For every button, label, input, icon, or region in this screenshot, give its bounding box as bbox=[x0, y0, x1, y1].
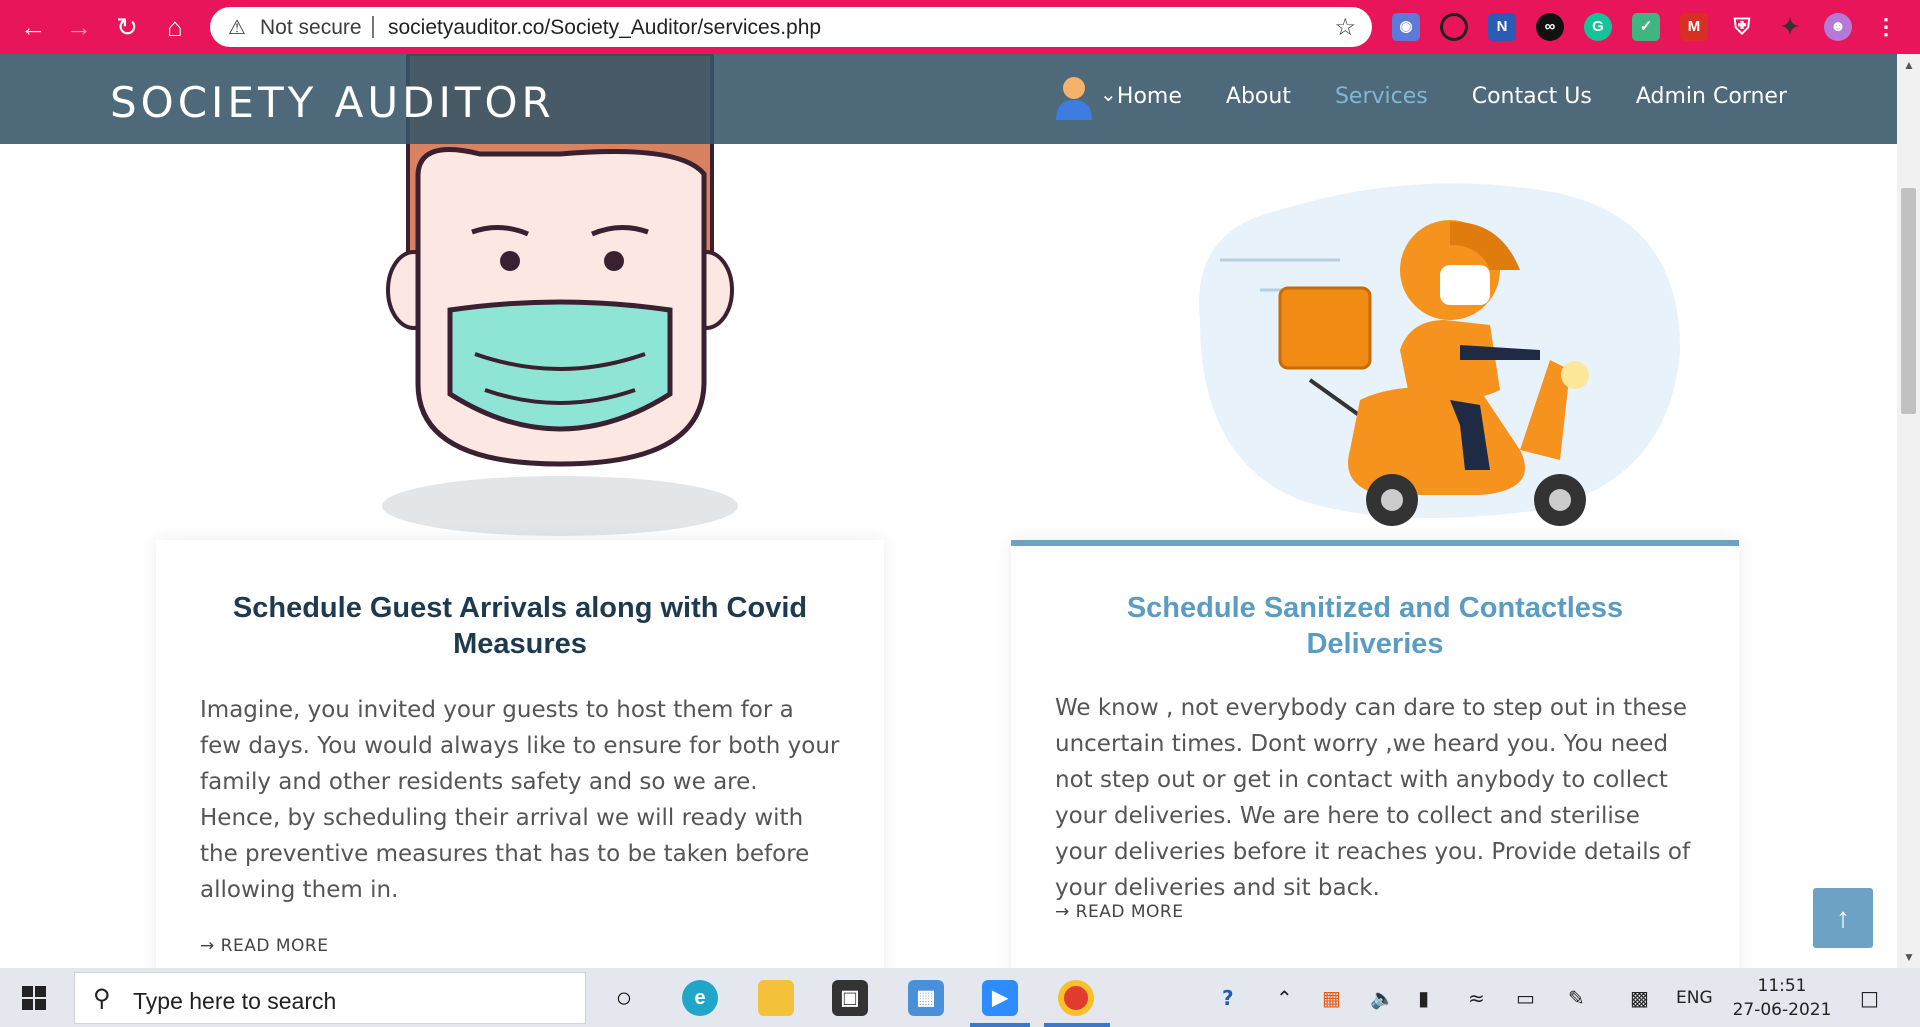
keyboard-icon[interactable]: ▩ bbox=[1630, 986, 1649, 1010]
chrome-active-indicator bbox=[1044, 1023, 1110, 1027]
url-text[interactable]: societyauditor.co/Society_Auditor/servic… bbox=[388, 16, 821, 40]
infinity-extension-icon[interactable]: ∞ bbox=[1536, 13, 1564, 41]
user-account-icon[interactable] bbox=[1052, 74, 1096, 122]
chevron-down-icon[interactable]: ⌄ bbox=[1100, 82, 1117, 107]
edge-icon[interactable]: e bbox=[682, 980, 718, 1016]
home-icon[interactable]: ⌂ bbox=[158, 10, 192, 44]
zoom-active-indicator bbox=[970, 1023, 1030, 1027]
camera-extension-icon[interactable]: ◉ bbox=[1392, 13, 1420, 41]
back-icon[interactable]: ← bbox=[16, 10, 50, 44]
pc-icon[interactable]: ▦ bbox=[908, 980, 944, 1016]
windows-taskbar: ⚲ Type here to search ○ e ▣ ▦ ▶ ? ⌃ ▦ 🔈 … bbox=[0, 968, 1920, 1027]
arrow-up-icon[interactable]: ↑ bbox=[1836, 902, 1850, 933]
language-indicator[interactable]: ENG bbox=[1676, 988, 1713, 1008]
nav-links: Home About Services Contact Us Admin Cor… bbox=[1117, 84, 1787, 109]
taskbar-search[interactable]: ⚲ Type here to search bbox=[74, 972, 586, 1024]
microphone-icon[interactable]: ▮ bbox=[1418, 986, 1429, 1010]
menu-kebab-icon[interactable]: ⋮ bbox=[1872, 13, 1900, 41]
card-body: We know , not everybody can dare to step… bbox=[1055, 695, 1691, 901]
m-extension-icon[interactable]: M bbox=[1680, 13, 1708, 41]
file-explorer-icon[interactable] bbox=[758, 980, 794, 1016]
xampp-icon[interactable]: ▦ bbox=[1322, 986, 1341, 1010]
nav-admin-corner[interactable]: Admin Corner bbox=[1636, 84, 1787, 109]
page-scrollbar[interactable]: ▲ ▼ bbox=[1897, 54, 1920, 968]
search-icon: ⚲ bbox=[93, 985, 111, 1012]
scroll-to-top-button[interactable]: ↑ bbox=[1813, 888, 1873, 948]
arrow-right-icon: → bbox=[1055, 902, 1070, 922]
cortana-icon[interactable]: ○ bbox=[606, 980, 642, 1016]
chrome-icon[interactable] bbox=[1058, 980, 1094, 1016]
service-card-deliveries: Schedule Sanitized and Contactless Deliv… bbox=[1011, 540, 1739, 968]
profile-avatar[interactable]: ☻ bbox=[1824, 13, 1852, 41]
nav-contact-us[interactable]: Contact Us bbox=[1472, 84, 1592, 109]
card-title: Schedule Sanitized and Contactless Deliv… bbox=[1126, 592, 1624, 660]
site-brand[interactable]: SOCIETY AUDITOR bbox=[110, 78, 555, 127]
read-more-link[interactable]: → READ MORE bbox=[200, 936, 328, 956]
read-more-link[interactable]: → READ MORE bbox=[1055, 902, 1183, 922]
browser-toolbar: ← → ↻ ⌂ ⚠ Not secure societyauditor.co/S… bbox=[0, 0, 1920, 54]
pen-icon[interactable]: ✎ bbox=[1568, 986, 1585, 1010]
search-placeholder[interactable]: Type here to search bbox=[133, 988, 336, 1015]
clock-date: 27-06-2021 bbox=[1732, 1000, 1832, 1020]
puzzle-extensions-icon[interactable]: ✦ bbox=[1776, 13, 1804, 41]
warning-icon[interactable]: ⚠ bbox=[228, 15, 246, 40]
grammarly-icon[interactable]: G bbox=[1584, 13, 1612, 41]
delivery-scooter-illustration bbox=[1199, 183, 1680, 526]
scroll-down-icon[interactable]: ▼ bbox=[1903, 950, 1915, 964]
reload-icon[interactable]: ↻ bbox=[110, 10, 144, 44]
zoom-icon[interactable]: ▶ bbox=[982, 980, 1018, 1016]
card-body: Imagine, you invited your guests to host… bbox=[200, 697, 840, 903]
n-extension-icon[interactable]: N bbox=[1488, 13, 1516, 41]
nav-services[interactable]: Services bbox=[1335, 84, 1428, 109]
notification-icon[interactable]: □ bbox=[1860, 986, 1879, 1010]
read-more-label[interactable]: READ MORE bbox=[221, 936, 329, 956]
wifi-icon[interactable]: ≈ bbox=[1468, 986, 1485, 1010]
nav-home[interactable]: Home bbox=[1117, 84, 1182, 109]
service-card-guest-arrivals: Schedule Guest Arrivals along with Covid… bbox=[156, 540, 884, 968]
site-navbar: SOCIETY AUDITOR ⌄ Home About Services Co… bbox=[0, 54, 1897, 144]
check-extension-icon[interactable]: ✓ bbox=[1632, 13, 1660, 41]
scrollbar-thumb[interactable] bbox=[1901, 188, 1916, 414]
card-title: Schedule Guest Arrivals along with Covid… bbox=[232, 592, 808, 660]
speaker-icon[interactable]: 🔈 bbox=[1370, 986, 1395, 1010]
scroll-up-icon[interactable]: ▲ bbox=[1903, 58, 1915, 72]
arrow-right-icon: → bbox=[200, 936, 215, 956]
store-icon[interactable]: ▣ bbox=[832, 980, 868, 1016]
address-bar[interactable]: ⚠ Not secure societyauditor.co/Society_A… bbox=[210, 7, 1372, 47]
forward-icon[interactable]: → bbox=[62, 10, 96, 44]
chevron-up-icon[interactable]: ⌃ bbox=[1276, 986, 1293, 1010]
circle-extension-icon[interactable] bbox=[1440, 13, 1468, 41]
help-icon[interactable]: ? bbox=[1222, 986, 1234, 1010]
omnibox-separator bbox=[372, 16, 374, 38]
shield-extension-icon[interactable]: ⛨ bbox=[1728, 13, 1756, 41]
clock-time: 11:51 bbox=[1757, 976, 1807, 996]
taskbar-clock[interactable]: 11:51 27-06-2021 bbox=[1722, 974, 1842, 1022]
bookmark-star-icon[interactable]: ☆ bbox=[1334, 13, 1356, 42]
page-content: Schedule Guest Arrivals along with Covid… bbox=[0, 54, 1897, 968]
windows-start-icon[interactable] bbox=[22, 986, 46, 1010]
battery-icon[interactable]: ▭ bbox=[1516, 986, 1535, 1010]
read-more-label[interactable]: READ MORE bbox=[1076, 902, 1184, 922]
security-label[interactable]: Not secure bbox=[260, 16, 362, 40]
nav-about[interactable]: About bbox=[1226, 84, 1291, 109]
